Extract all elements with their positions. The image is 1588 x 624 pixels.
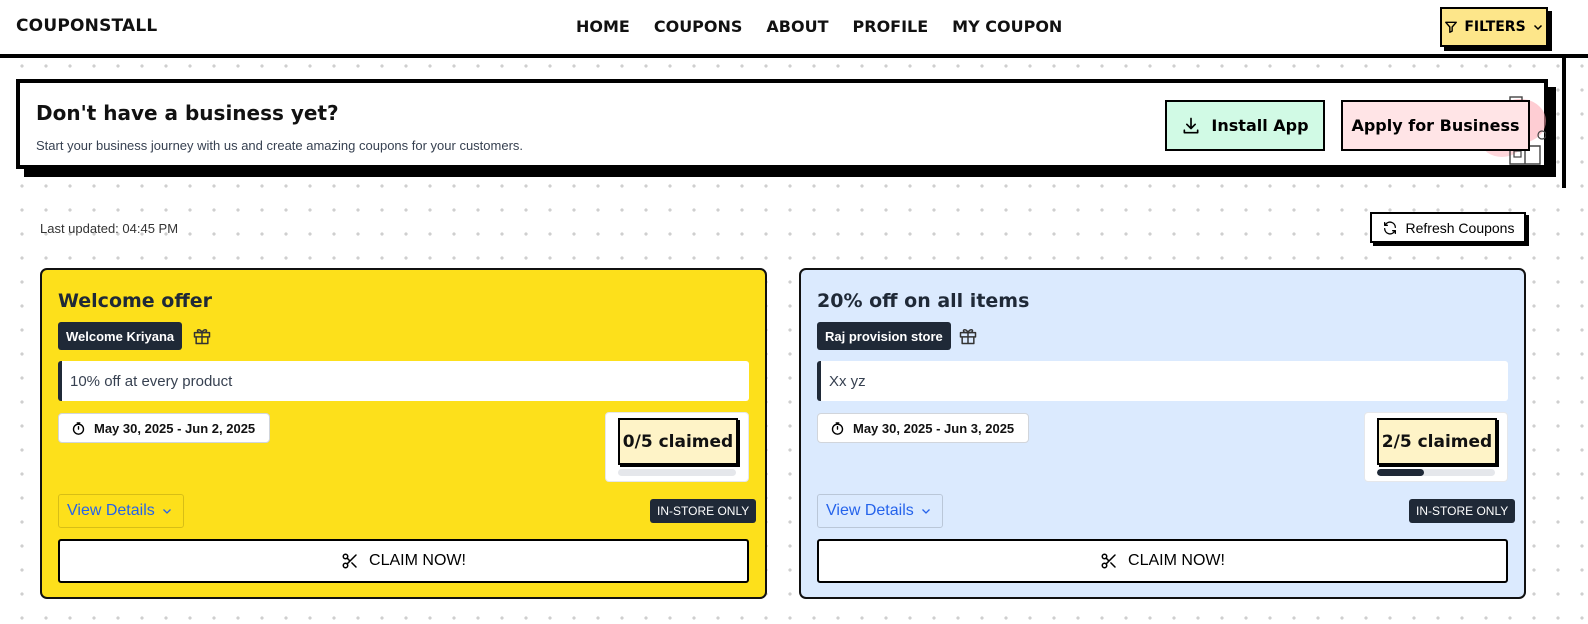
claim-progress-bar <box>1377 469 1495 476</box>
apply-for-business-button[interactable]: Apply for Business <box>1341 100 1530 151</box>
refresh-icon <box>1382 220 1398 236</box>
nav-profile[interactable]: PROFILE <box>853 17 929 36</box>
filters-button[interactable]: FILTERS <box>1440 7 1548 47</box>
banner-subtitle: Start your business journey with us and … <box>36 138 524 153</box>
chevron-down-icon <box>161 505 173 517</box>
validity-dates-text: May 30, 2025 - Jun 2, 2025 <box>94 420 256 436</box>
refresh-coupons-button[interactable]: Refresh Coupons <box>1370 212 1526 243</box>
in-store-only-badge: IN-STORE ONLY <box>650 499 757 523</box>
business-name-tag[interactable]: Raj provision store <box>817 322 951 350</box>
claim-progress-bar <box>618 469 736 476</box>
scissors-icon <box>341 552 359 570</box>
view-details-button[interactable]: View Details <box>58 494 184 528</box>
banner-title: Don't have a business yet? <box>36 101 339 125</box>
coupon-description: 10% off at every product <box>58 361 749 401</box>
install-app-label: Install App <box>1211 116 1309 135</box>
refresh-label: Refresh Coupons <box>1405 219 1515 236</box>
claim-now-label: CLAIM NOW! <box>1128 552 1225 569</box>
claim-status-box: 0/5 claimed <box>605 412 749 482</box>
view-details-label: View Details <box>67 502 155 519</box>
validity-dates: May 30, 2025 - Jun 2, 2025 <box>58 413 271 443</box>
business-promo-banner: Don't have a business yet? Start your bu… <box>16 79 1548 169</box>
claimed-count: 0/5 claimed <box>618 418 738 465</box>
coupon-title: 20% off on all items <box>817 290 1030 312</box>
brand-logo[interactable]: COUPONSTALL <box>16 16 157 36</box>
view-details-button[interactable]: View Details <box>817 494 943 528</box>
business-name-tag[interactable]: Welcome Kriyana <box>58 322 183 350</box>
filter-icon <box>1444 20 1458 34</box>
timer-icon <box>71 421 86 436</box>
timer-icon <box>830 421 845 436</box>
claim-now-button[interactable]: CLAIM NOW! <box>58 539 749 583</box>
claim-now-label: CLAIM NOW! <box>369 552 466 569</box>
coupon-description: Xx yz <box>817 361 1508 401</box>
nav-coupons[interactable]: COUPONS <box>654 17 743 36</box>
in-store-only-badge: IN-STORE ONLY <box>1409 499 1516 523</box>
nav-home[interactable]: HOME <box>576 17 630 36</box>
claim-status-box: 2/5 claimed <box>1364 412 1508 482</box>
filters-label: FILTERS <box>1464 19 1526 35</box>
scissors-icon <box>1100 552 1118 570</box>
top-navbar: COUPONSTALL HOME COUPONS ABOUT PROFILE M… <box>0 0 1588 58</box>
gift-icon <box>958 326 978 346</box>
coupon-title: Welcome offer <box>58 290 212 312</box>
chevron-down-icon <box>920 505 932 517</box>
nav-my-coupon[interactable]: MY COUPON <box>952 17 1062 36</box>
gift-icon <box>192 326 212 346</box>
claim-now-button[interactable]: CLAIM NOW! <box>817 539 1508 583</box>
coupon-card: 20% off on all items Raj provision store… <box>799 268 1526 599</box>
install-app-button[interactable]: Install App <box>1165 100 1325 151</box>
page-edge-rail <box>1562 58 1566 188</box>
view-details-label: View Details <box>826 502 914 519</box>
last-updated-text: Last updated: 04:45 PM <box>40 221 179 236</box>
download-icon <box>1181 116 1201 136</box>
coupon-card: Welcome offer Welcome Kriyana 10% off at… <box>40 268 767 599</box>
claim-progress-fill <box>1377 469 1425 476</box>
chevron-down-icon <box>1532 21 1544 33</box>
validity-dates: May 30, 2025 - Jun 3, 2025 <box>817 413 1030 443</box>
claimed-count: 2/5 claimed <box>1377 418 1497 465</box>
nav-about[interactable]: ABOUT <box>766 17 828 36</box>
validity-dates-text: May 30, 2025 - Jun 3, 2025 <box>853 420 1015 436</box>
main-nav: HOME COUPONS ABOUT PROFILE MY COUPON <box>576 17 1062 36</box>
